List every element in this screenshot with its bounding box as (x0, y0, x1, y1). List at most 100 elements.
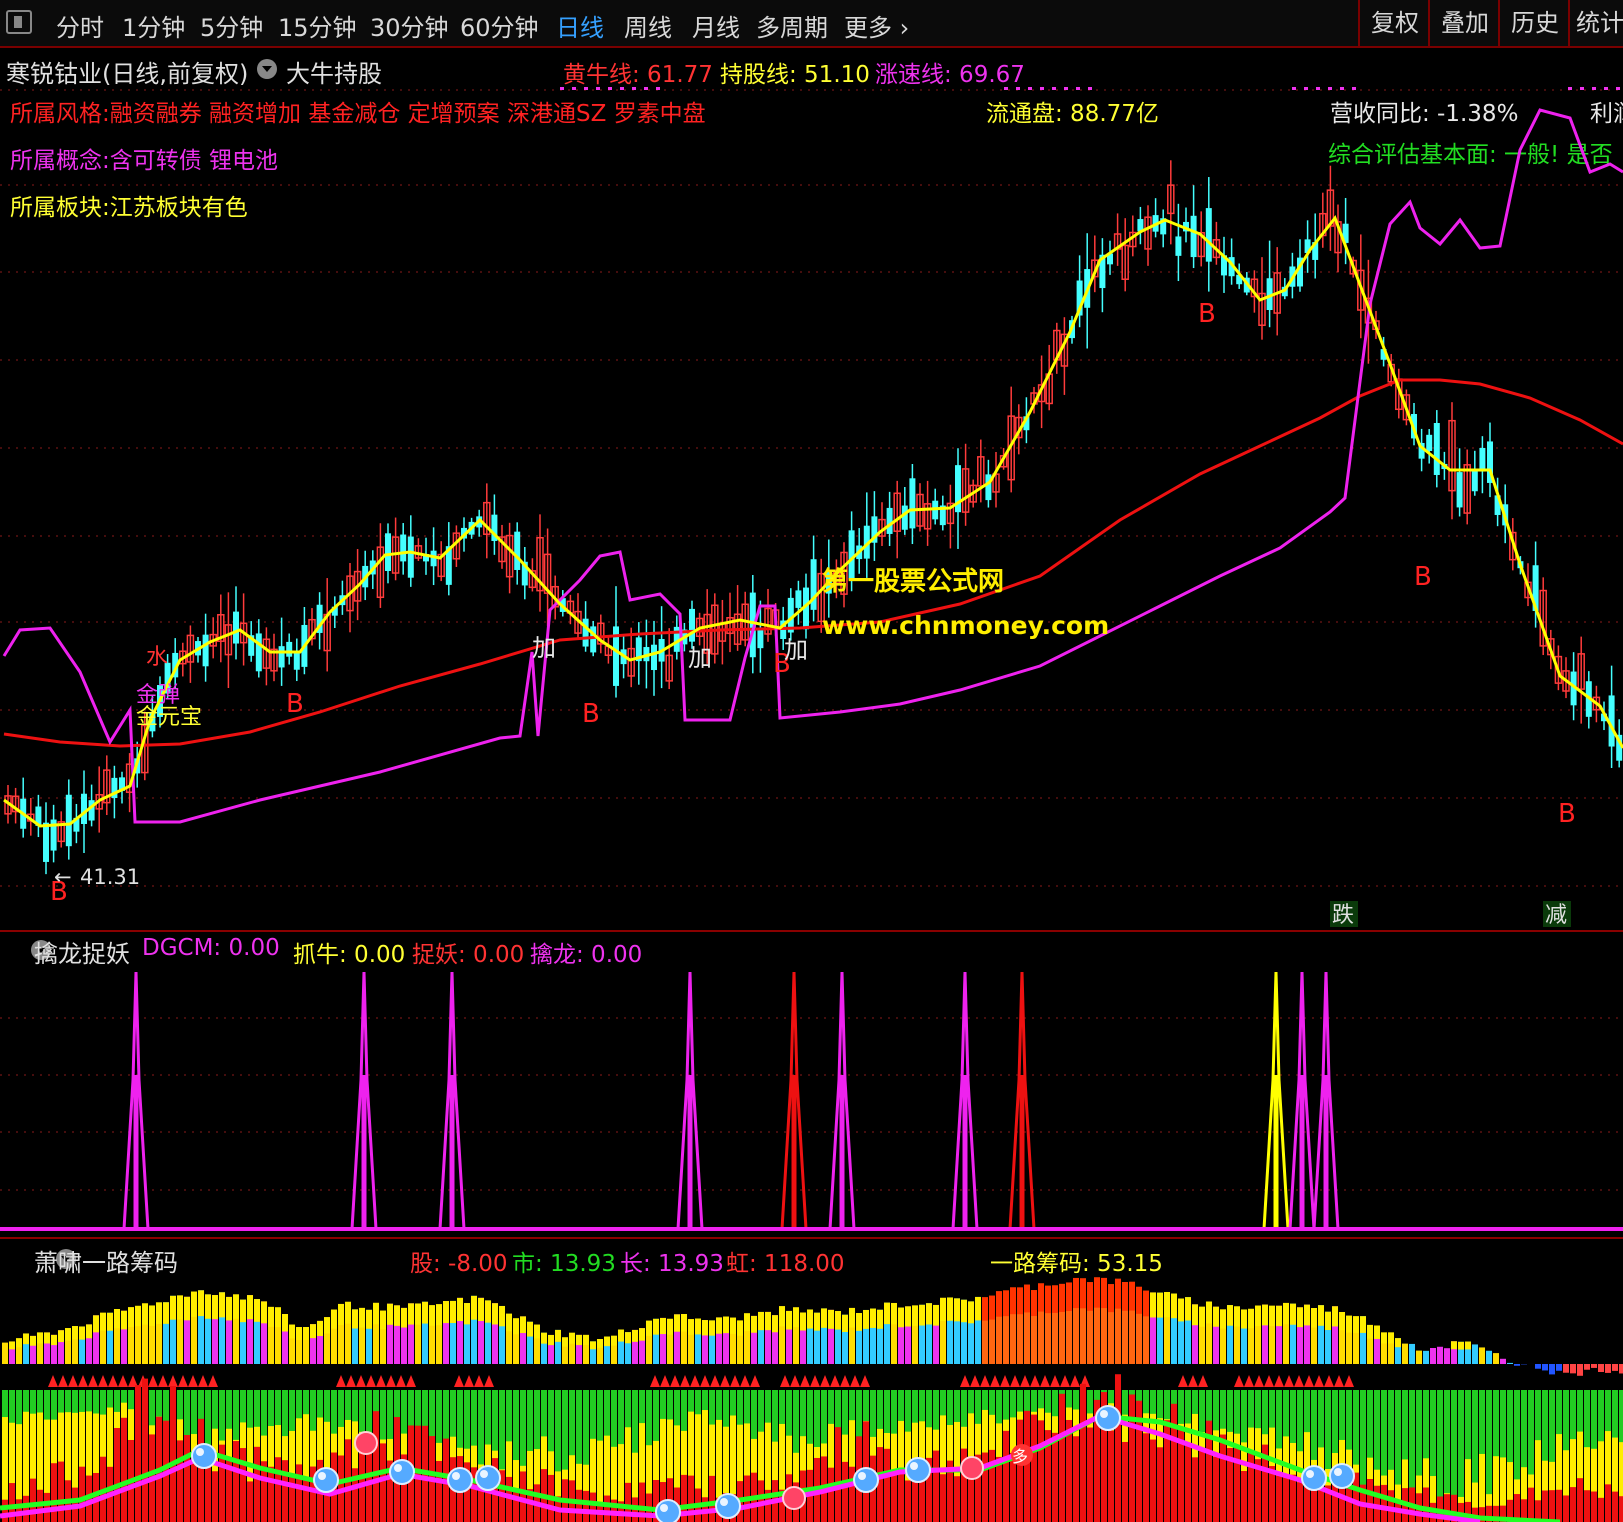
chip-green (226, 1390, 232, 1429)
period-tab-0[interactable]: 分时 (56, 8, 104, 43)
chip-bar-top (135, 1305, 141, 1327)
chip-green (1150, 1390, 1156, 1414)
chip-bar-neg (1619, 1364, 1623, 1374)
chip-bar-top (212, 1295, 218, 1320)
candle-body (407, 536, 414, 578)
chip-green (842, 1390, 848, 1435)
chip-bar-top (1451, 1341, 1457, 1350)
dot-marker (1052, 87, 1056, 90)
candle-body (795, 590, 802, 608)
chip-bar-top (1122, 1282, 1128, 1311)
chip-green (604, 1390, 610, 1436)
chip-green (688, 1390, 694, 1412)
chip-green (121, 1390, 127, 1403)
chip-bar-top (618, 1329, 624, 1342)
period-tab-8[interactable]: 月线 (692, 8, 740, 43)
chip-bar-top (100, 1312, 106, 1331)
price-chart[interactable]: BB BBBBB加加加金弹金元宝水 ← 41.31 第一股票公式网 www.chn… (0, 46, 1623, 930)
chip-green (1199, 1390, 1205, 1433)
chip-bar-top (1192, 1304, 1198, 1326)
chip-bar-top (646, 1320, 652, 1336)
period-tab-4[interactable]: 30分钟 (370, 8, 449, 43)
chip-green (1038, 1390, 1044, 1409)
dot-marker (1028, 87, 1032, 90)
red-triangle (48, 1375, 58, 1387)
period-tab-3[interactable]: 15分钟 (278, 8, 357, 43)
chip-green (1010, 1390, 1016, 1418)
chip-green (758, 1390, 764, 1432)
candle-body (1426, 434, 1433, 451)
period-tab-10[interactable]: 更多 › (844, 8, 909, 43)
toolbar-button-3[interactable]: 统计 (1568, 0, 1623, 46)
chip-bar-top (1465, 1341, 1471, 1350)
chip-red (177, 1440, 183, 1522)
dot-marker (572, 87, 576, 90)
chip-green (1185, 1390, 1191, 1424)
toolbar-button-2[interactable]: 历史 (1498, 0, 1570, 46)
chip-bar-top (1262, 1304, 1268, 1326)
red-triangle (810, 1375, 820, 1387)
chip-bar-top (1150, 1292, 1156, 1318)
chip-bar-top (660, 1317, 666, 1335)
chip-green (275, 1390, 281, 1426)
period-tab-1[interactable]: 1分钟 (122, 8, 185, 43)
chip-green (513, 1390, 519, 1461)
chip-red (954, 1476, 960, 1522)
chip-green (317, 1390, 323, 1418)
candle-body (43, 822, 49, 862)
chip-green (359, 1390, 365, 1432)
chip-green (1297, 1390, 1303, 1452)
chip-bar-top (555, 1329, 561, 1342)
period-tab-7[interactable]: 周线 (624, 8, 672, 43)
chip-red (1556, 1489, 1562, 1522)
chip-green (44, 1390, 50, 1420)
chip-distribution-chart[interactable]: 多 (0, 1239, 1623, 1522)
chip-green (247, 1390, 253, 1428)
chip-red (1367, 1478, 1373, 1522)
low-price-label: 41.31 (80, 865, 140, 889)
toolbar-button-1[interactable]: 叠加 (1428, 0, 1500, 46)
chip-red (1129, 1394, 1135, 1522)
toolbar-button-0[interactable]: 复权 (1358, 0, 1430, 46)
chip-green (1031, 1390, 1037, 1412)
chip-green (1598, 1390, 1604, 1442)
chip-red (1115, 1374, 1121, 1522)
chip-green (1143, 1390, 1149, 1414)
chip-bar-top (401, 1307, 407, 1328)
chip-green (1241, 1390, 1247, 1443)
chip-red (1374, 1485, 1380, 1522)
red-triangle (1030, 1375, 1040, 1387)
chip-bar-top (289, 1324, 295, 1339)
chip-bar-top (436, 1304, 442, 1326)
chip-bar-top (590, 1341, 596, 1350)
dot-marker (632, 87, 636, 90)
chip-bar-neg (1584, 1364, 1590, 1370)
red-triangle (376, 1375, 386, 1387)
chip-green (793, 1390, 799, 1453)
period-tab-2[interactable]: 5分钟 (200, 8, 263, 43)
dot-marker (1616, 87, 1620, 90)
chip-bar-top (604, 1336, 610, 1347)
chip-red (1283, 1477, 1289, 1522)
chip-green (1402, 1390, 1408, 1460)
chip-bar-top (527, 1321, 533, 1337)
qinlong-signal-chart[interactable] (0, 932, 1623, 1232)
chip-green (730, 1390, 736, 1416)
period-tab-6[interactable]: 日线 (556, 8, 604, 43)
chip-green (457, 1390, 463, 1448)
red-triangle (68, 1375, 78, 1387)
chip-bar-top (1241, 1309, 1247, 1329)
chip-bar-top (478, 1297, 484, 1322)
candle-body (1175, 236, 1182, 256)
chip-ball-5 (655, 1499, 681, 1522)
chip-bar-top (1038, 1283, 1044, 1312)
toggle-sidebar-button[interactable] (6, 10, 32, 34)
chip-red (1073, 1436, 1079, 1522)
chip-green (1367, 1390, 1373, 1458)
chip-red (1598, 1497, 1604, 1522)
period-tab-5[interactable]: 60分钟 (460, 8, 539, 43)
chip-green (72, 1390, 78, 1413)
period-tab-9[interactable]: 多周期 (756, 8, 828, 43)
candle-body (582, 618, 589, 647)
chip-red (121, 1417, 127, 1522)
